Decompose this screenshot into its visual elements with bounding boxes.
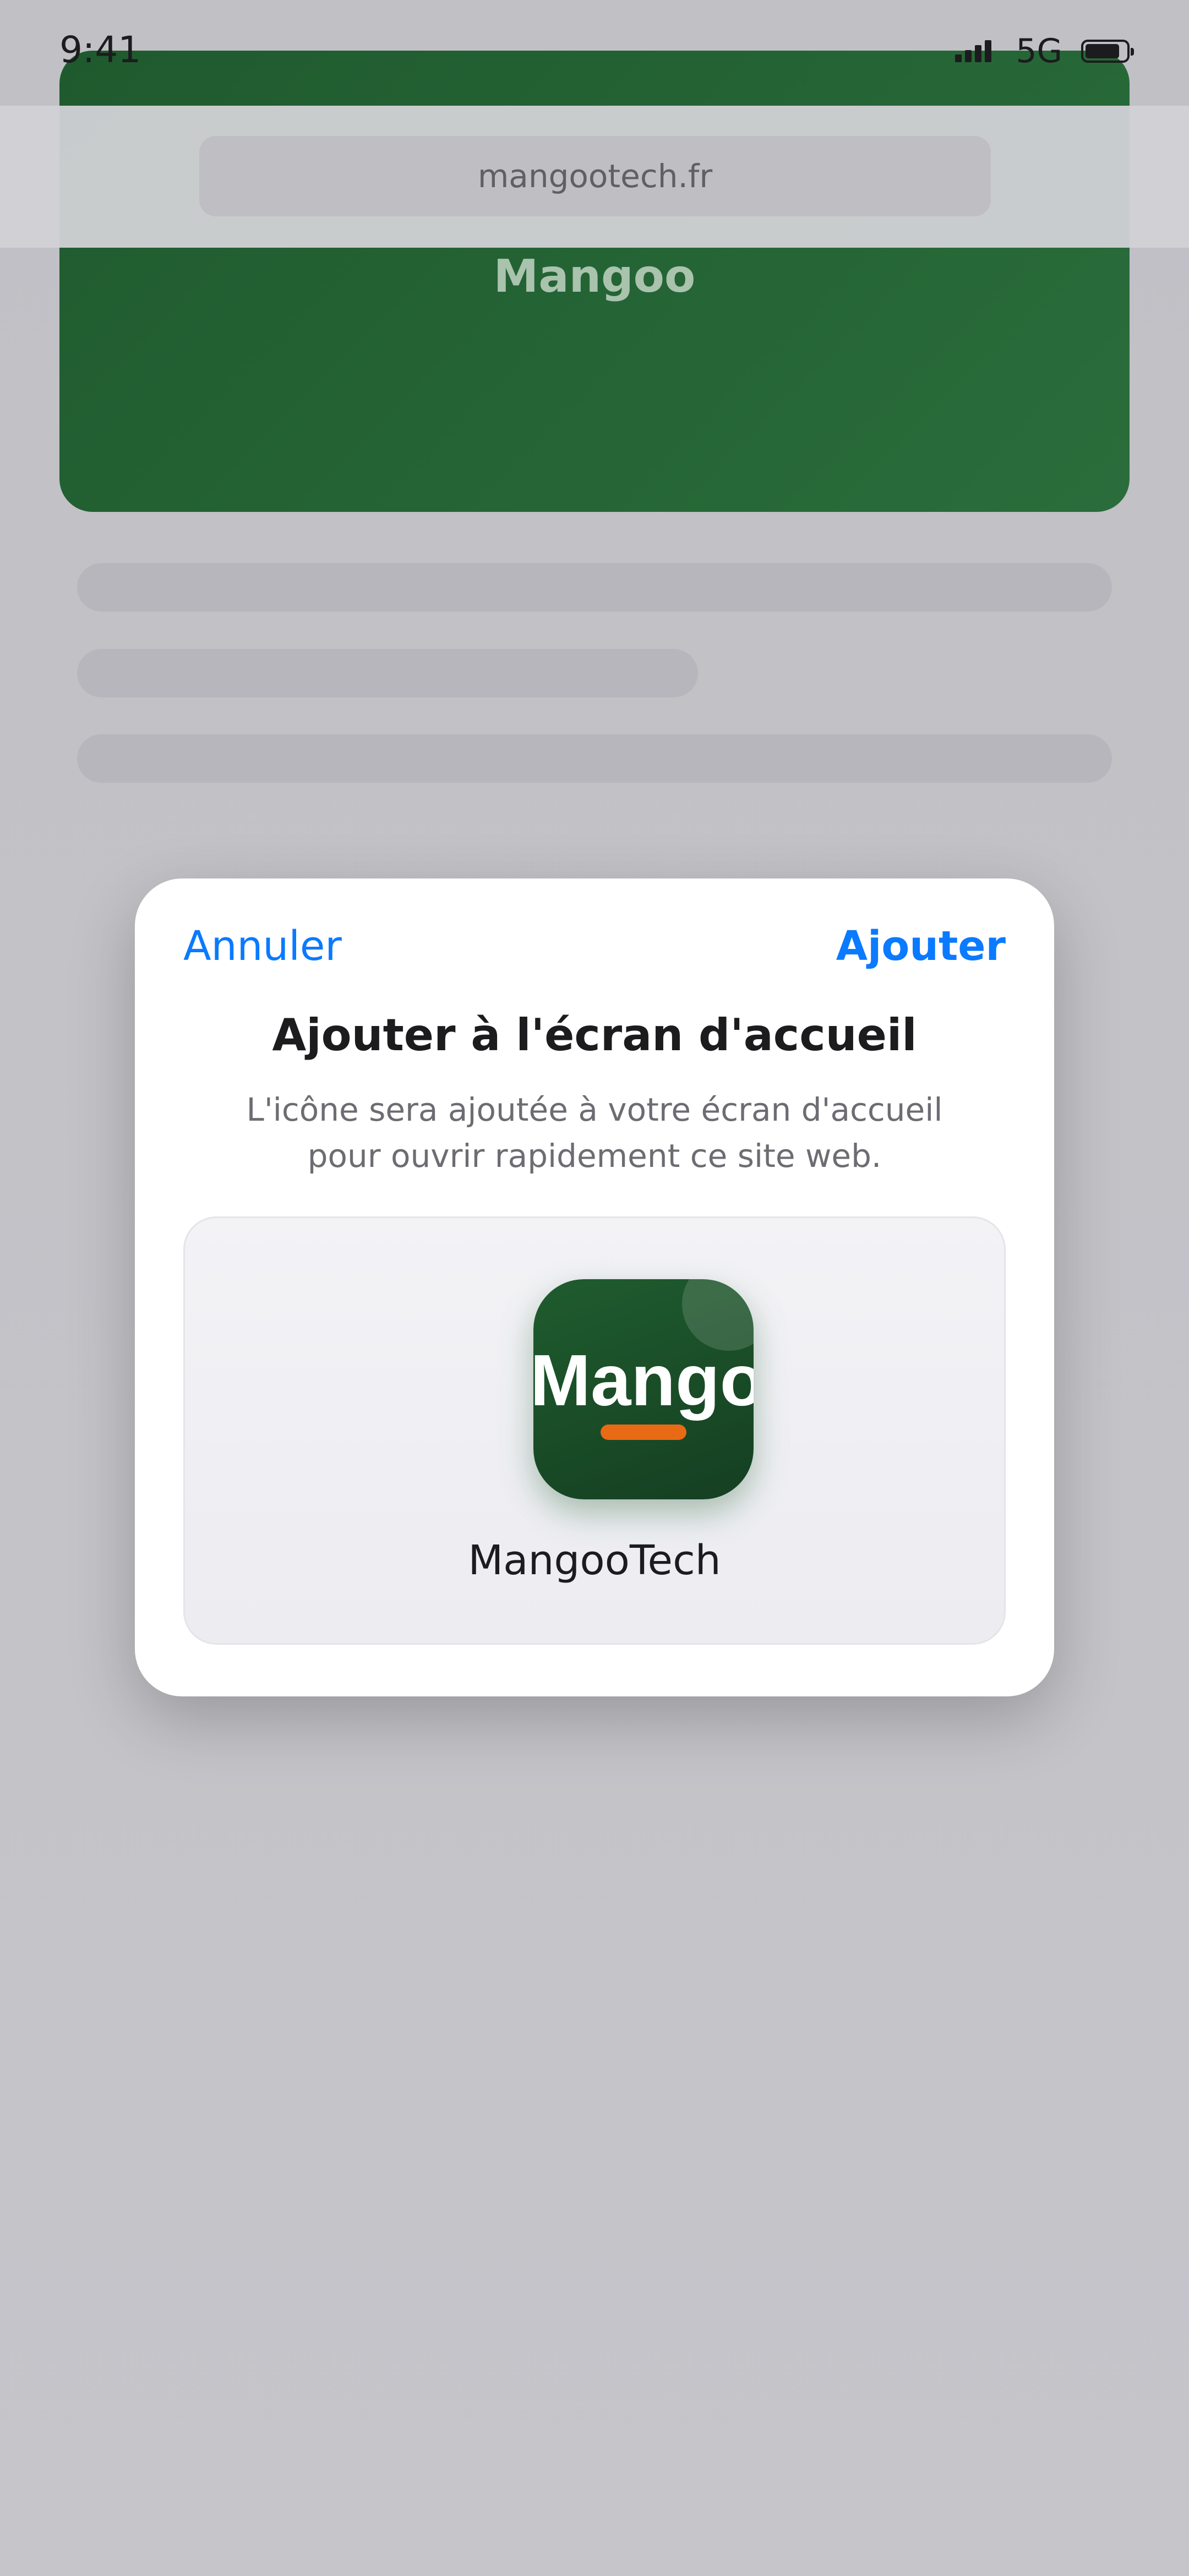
add-to-home-dialog: Annuler Ajouter Ajouter à l'écran d'accu…: [135, 878, 1054, 1696]
skeleton-line-3: [77, 734, 1112, 783]
app-icon-accent-bar: [601, 1425, 686, 1440]
cellular-signal-icon: [955, 40, 995, 62]
cancel-button[interactable]: Annuler: [183, 926, 342, 967]
dialog-description: L'icône sera ajoutée à votre écran d'acc…: [246, 1091, 943, 1175]
status-time: 9:41: [59, 29, 141, 71]
app-name-label[interactable]: MangooTech: [185, 1540, 1004, 1581]
battery-icon: [1081, 40, 1134, 63]
battery-level: [1086, 44, 1119, 58]
skeleton-line-1: [77, 563, 1112, 612]
app-icon: Mangoo: [533, 1279, 754, 1499]
address-bar[interactable]: mangootech.fr: [199, 136, 991, 216]
app-preview-card: Mangoo MangooTech: [183, 1216, 1006, 1645]
app-icon-logo-text: Mangoo: [533, 1340, 754, 1421]
dialog-title: Ajouter à l'écran d'accueil: [272, 1009, 917, 1061]
network-type: 5G: [1016, 32, 1062, 70]
add-button[interactable]: Ajouter: [836, 926, 1006, 967]
skeleton-line-2: [77, 649, 698, 697]
status-indicators: 5G: [955, 32, 1134, 70]
hero-title: Mangoo: [493, 250, 696, 303]
